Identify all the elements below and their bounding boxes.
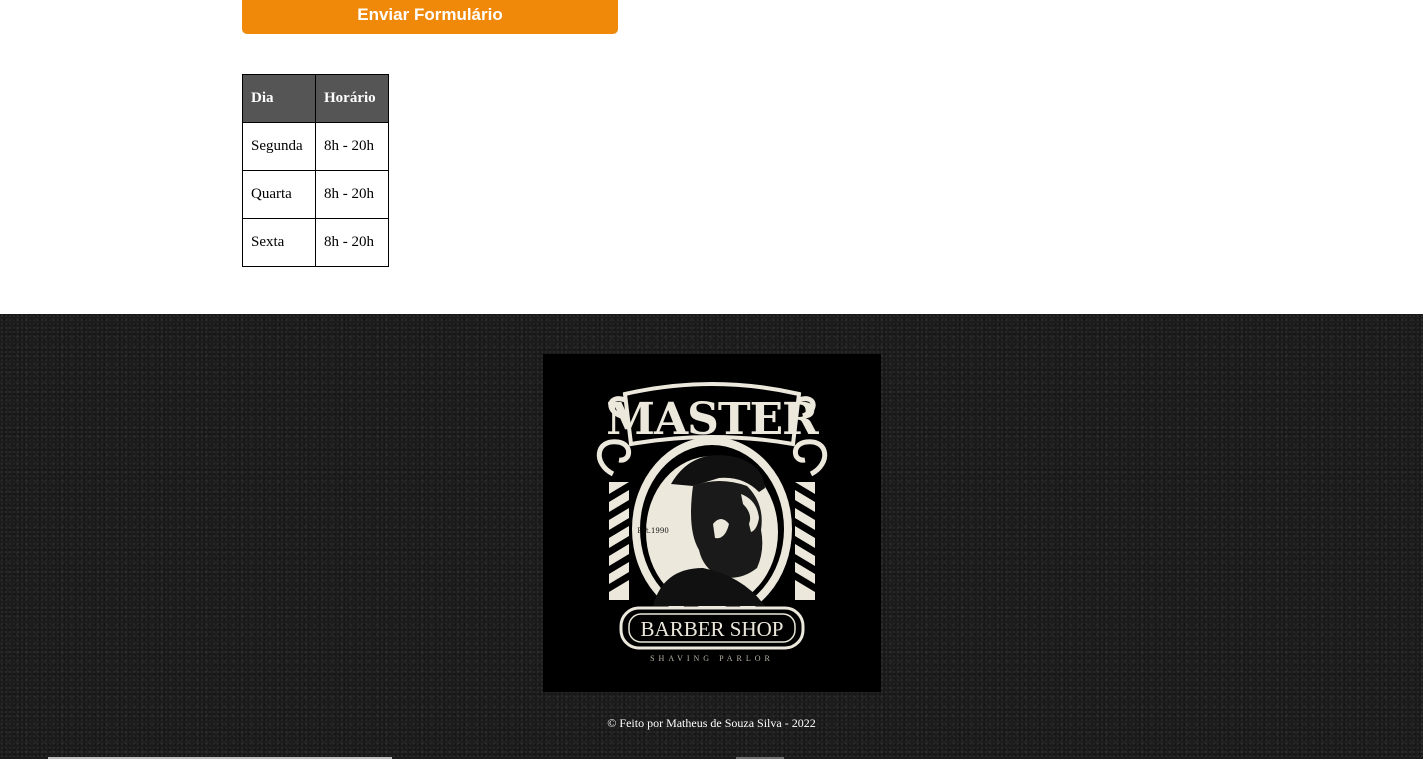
- table-row: Quarta 8h - 20h: [242, 170, 389, 219]
- hour-cell: 8h - 20h: [315, 218, 389, 267]
- logo-text-shaving-parlor: SHAVING PARLOR: [650, 654, 774, 663]
- left-barber-pole: [609, 482, 629, 600]
- logo-text-barber-shop: BARBER SHOP: [641, 617, 784, 641]
- day-cell: Sexta: [242, 218, 316, 267]
- barber-shop-logo-graphic: MASTER Est.1990 BARBER SHOP SHAVING PARL…: [596, 382, 828, 663]
- logo-text-est: Est.1990: [637, 527, 669, 535]
- submit-form-button[interactable]: Enviar Formulário: [242, 0, 618, 34]
- barber-shop-logo: MASTER Est.1990 BARBER SHOP SHAVING PARL…: [543, 354, 881, 692]
- right-barber-pole: [795, 482, 815, 600]
- table-row: Segunda 8h - 20h: [242, 122, 389, 171]
- header-day: Dia: [242, 74, 316, 123]
- hour-cell: 8h - 20h: [315, 170, 389, 219]
- footer-copyright: © Feito por Matheus de Souza Silva - 202…: [607, 716, 816, 730]
- hour-cell: 8h - 20h: [315, 122, 389, 171]
- day-cell: Quarta: [242, 170, 316, 219]
- schedule-table: Dia Horário Segunda 8h - 20h Quarta 8h -…: [242, 74, 389, 267]
- site-footer: MASTER Est.1990 BARBER SHOP SHAVING PARL…: [0, 314, 1423, 759]
- table-header-row: Dia Horário: [242, 74, 389, 123]
- table-row: Sexta 8h - 20h: [242, 218, 389, 267]
- page: Enviar Formulário Dia Horário Segunda 8h…: [0, 0, 1423, 759]
- logo-text-master: MASTER: [606, 394, 819, 445]
- day-cell: Segunda: [242, 122, 316, 171]
- header-hour: Horário: [315, 74, 389, 123]
